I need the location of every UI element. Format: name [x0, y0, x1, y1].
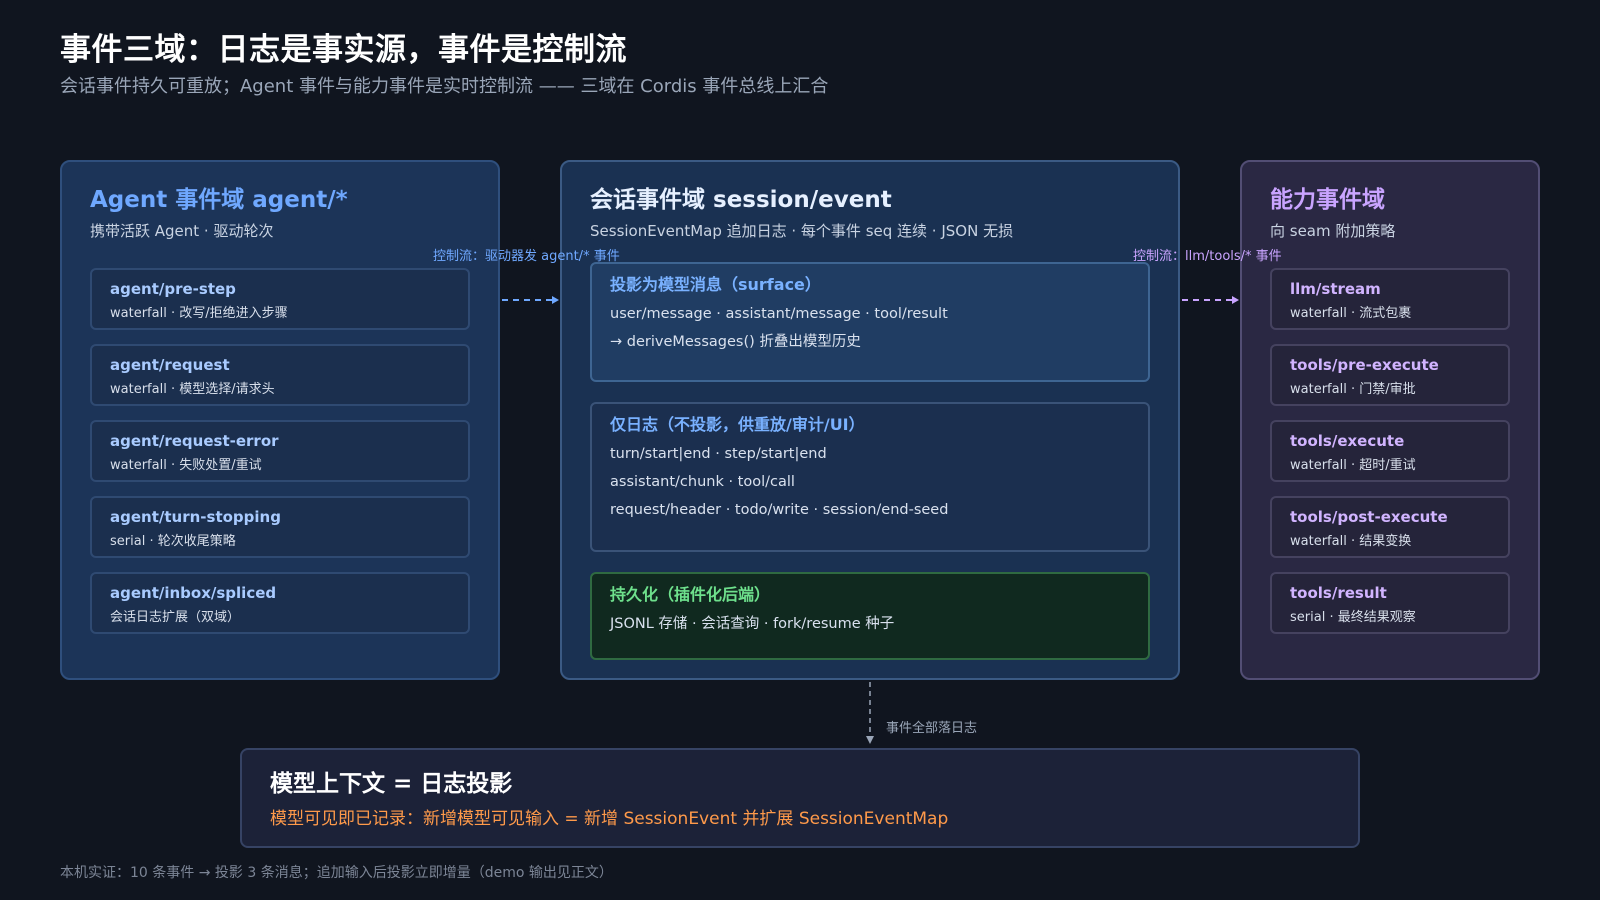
model-context-subtitle: 模型可见即已记录：新增模型可见输入 = 新增 SessionEvent 并扩展 …	[270, 809, 949, 829]
session-to-cap-arrowhead	[1232, 296, 1239, 304]
model-context-box: 模型上下文 = 日志投影 模型可见即已记录：新增模型可见输入 = 新增 Sess…	[240, 748, 1360, 848]
agent-to-session-arrowhead	[552, 296, 559, 304]
log-flow-label: 事件全部落日志	[886, 721, 978, 736]
capability-control-flow-label: 控制流：llm/tools/* 事件	[1133, 249, 1282, 264]
footer-note: 本机实证：10 条事件 → 投影 3 条消息；追加输入后投影立即增量（demo …	[60, 865, 613, 881]
agent-control-flow-label: 控制流：驱动器发 agent/* 事件	[433, 249, 620, 264]
model-context-title: 模型上下文 = 日志投影	[270, 771, 513, 797]
session-to-context-arrowhead	[866, 736, 874, 744]
